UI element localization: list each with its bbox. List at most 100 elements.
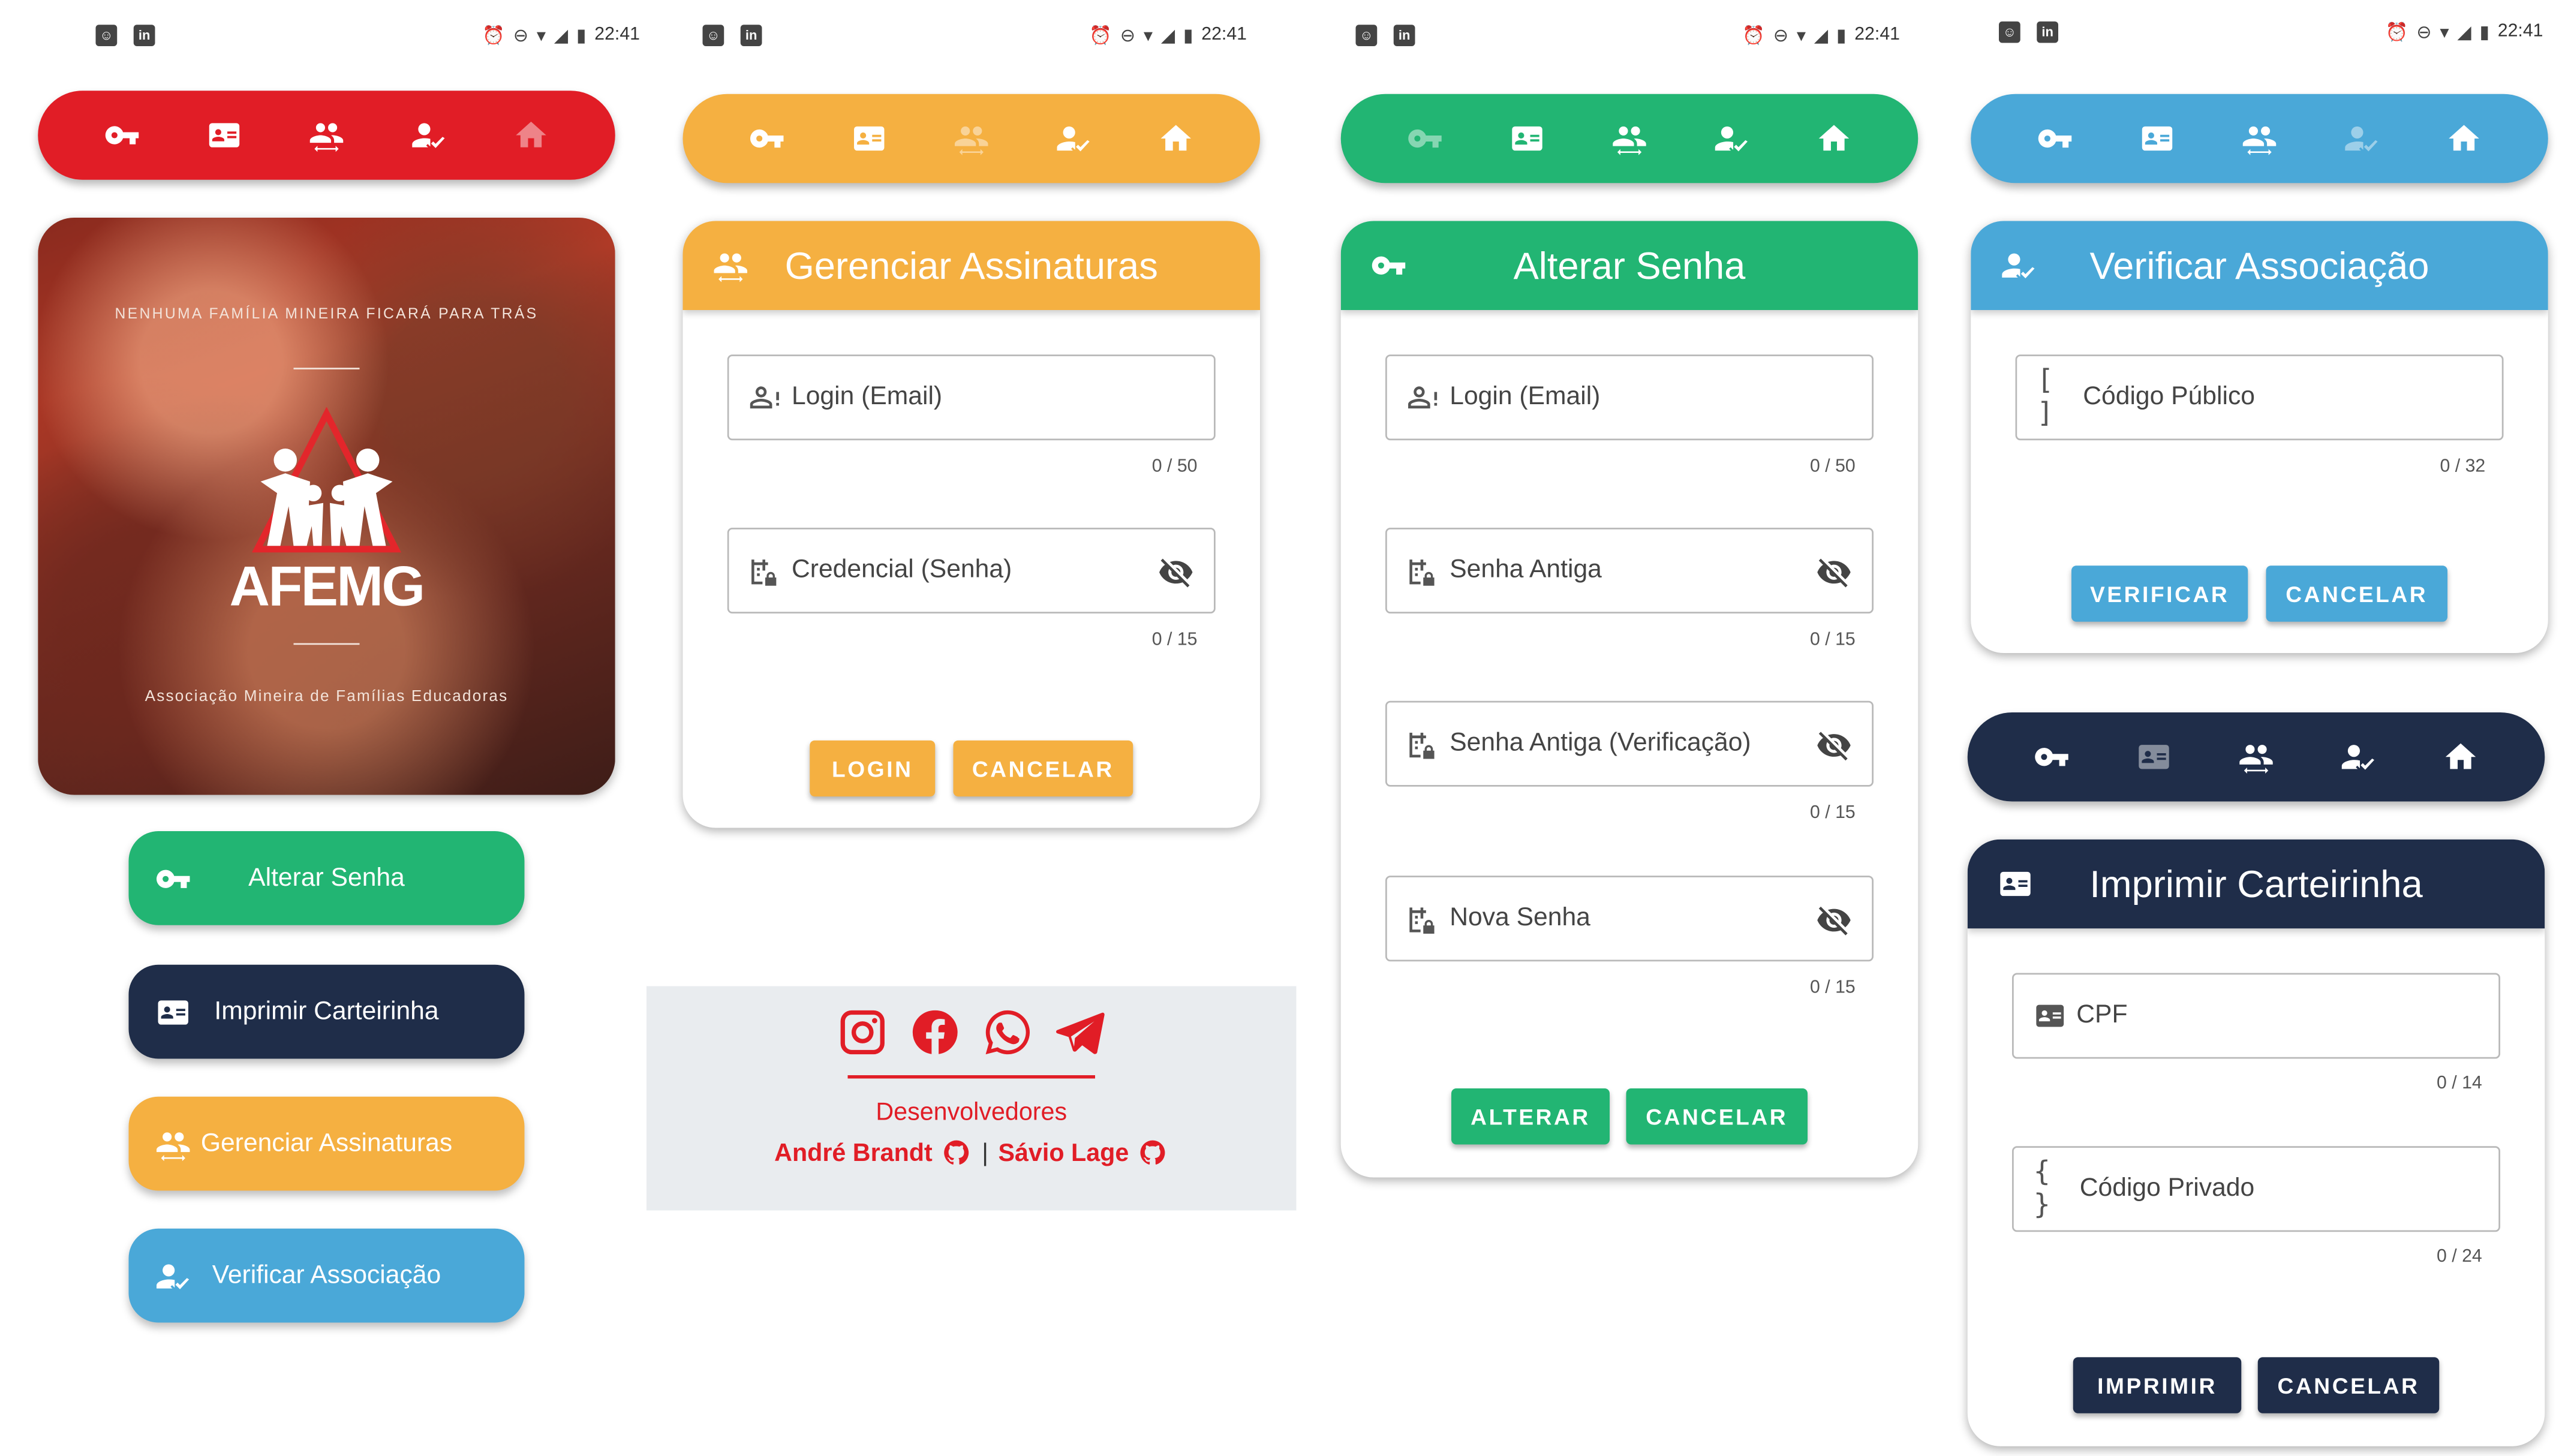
wifi-icon: ▾ [536,25,546,46]
char-counter: 0 / 15 [1810,630,1856,650]
key-icon[interactable] [99,112,145,158]
id-card-icon[interactable] [846,116,892,162]
telegram-icon[interactable] [1054,1006,1106,1059]
key-icon[interactable] [744,116,790,162]
app-notification-icon: ☺ [1355,23,1378,46]
senha-antiga-field[interactable]: Senha Antiga [1385,528,1874,613]
codigo-publico-field[interactable]: [ ] Código Público [2015,354,2504,441]
cancel-button[interactable]: CANCELAR [1626,1088,1808,1145]
person-check-icon[interactable] [1709,116,1755,162]
signal-icon: ◢ [554,25,569,46]
key-icon[interactable] [2029,734,2075,780]
field-label: Login (Email) [792,383,943,411]
visibility-off-icon[interactable] [1816,902,1853,938]
group-icon[interactable] [948,116,994,162]
verificar-button[interactable]: VERIFICAR [2071,565,2248,622]
id-card-icon [1997,866,2034,903]
id-card-icon[interactable] [202,112,248,158]
senha-verificacao-field[interactable]: Senha Antiga (Verificação) [1385,700,1874,787]
developers-label: Desenvolvedores [876,1098,1068,1127]
brackets-icon: [ ] [2037,364,2054,431]
home-icon[interactable] [1811,116,1857,162]
github-icon[interactable] [942,1138,972,1168]
id-card-icon[interactable] [2134,116,2181,162]
char-counter: 0 / 15 [1810,977,1856,998]
cancel-button[interactable]: CANCELAR [2266,565,2447,622]
group-icon[interactable] [1607,116,1653,162]
login-email-field[interactable]: Login (Email) [1385,354,1874,441]
person-check-icon [2001,248,2037,284]
password-icon [1407,902,1444,935]
home-icon[interactable] [2441,116,2487,162]
developer-name: André Brandt [774,1138,933,1167]
alterar-senha-button[interactable]: Alterar Senha [128,831,525,925]
github-icon[interactable] [1139,1138,1169,1168]
login-button[interactable]: LOGIN [810,740,936,797]
char-counter: 0 / 32 [2440,456,2486,477]
field-label: Senha Antiga [1450,555,1602,584]
developer-names: André Brandt | Sávio Lage [646,1138,1297,1168]
char-counter: 0 / 14 [2437,1073,2482,1094]
card-title: Alterar Senha [1513,243,1746,287]
facebook-icon[interactable] [909,1006,961,1059]
visibility-off-icon[interactable] [1816,727,1853,764]
whatsapp-icon[interactable] [981,1006,1034,1059]
gerenciar-assinaturas-label: Gerenciar Assinaturas [200,1129,453,1157]
battery-icon: ▮ [2479,22,2490,43]
alarm-icon: ⏰ [1742,25,1766,46]
id-card-icon[interactable] [1504,116,1550,162]
char-counter: 0 / 50 [1810,456,1856,477]
hero-brand: AFEMG [229,555,426,619]
field-label: Senha Antiga (Verificação) [1450,729,1751,757]
key-icon[interactable] [2032,116,2078,162]
person-check-icon[interactable] [2339,116,2385,162]
home-icon[interactable] [1153,116,1199,162]
char-counter: 0 / 15 [1151,630,1198,650]
cancel-button[interactable]: CANCELAR [953,740,1133,797]
app-stage: ☺ in ⏰ ⊖ ▾ ◢ ▮ 22:41 ☺ in ⏰ ⊖ ▾ ◢ ▮ 22:41 ☺ in ⏰ ⊖ ▾ ◢ ▮ 2… [0,0,2573,1456]
id-card-icon [2034,1000,2070,1033]
codigo-privado-field[interactable]: { } Código Privado [2012,1146,2500,1232]
card-title: Imprimir Carteirinha [2089,861,2423,905]
person-check-icon[interactable] [1051,116,1097,162]
group-icon[interactable] [303,112,350,158]
person-check-icon[interactable] [406,112,452,158]
verificar-associacao-button[interactable]: Verificar Associação [128,1228,525,1323]
braces-icon: { } [2033,1156,2050,1222]
gerenciar-assinaturas-button[interactable]: Gerenciar Assinaturas [128,1096,525,1191]
visibility-off-icon[interactable] [1158,554,1195,591]
home-icon[interactable] [508,112,554,158]
alterar-header: Alterar Senha [1340,221,1919,310]
verificar-associacao-label: Verificar Associação [212,1261,441,1289]
status-time: 22:41 [1201,25,1247,45]
field-label: Login (Email) [1450,383,1601,411]
password-icon [1407,554,1444,587]
group-icon[interactable] [2236,116,2283,162]
instagram-icon[interactable] [836,1006,889,1059]
nav-bar-gerenciar [682,94,1260,183]
imprimir-button[interactable]: IMPRIMIR [2073,1357,2242,1413]
home-icon[interactable] [2438,734,2484,780]
id-card-icon[interactable] [2131,734,2177,780]
login-email-field[interactable]: Login (Email) [727,354,1216,441]
cancel-button[interactable]: CANCELAR [2257,1357,2440,1413]
user-alert-icon [749,381,786,414]
group-icon[interactable] [2233,734,2280,780]
hero-subtitle: Associação Mineira de Famílias Educadora… [145,687,509,706]
cpf-field[interactable]: CPF [2012,973,2500,1059]
credencial-field[interactable]: Credencial (Senha) [727,528,1216,613]
person-check-icon[interactable] [2335,734,2381,780]
divider [293,368,360,369]
nova-senha-field[interactable]: Nova Senha [1385,876,1874,962]
visibility-off-icon[interactable] [1816,554,1853,591]
field-label: CPF [2076,1001,2128,1029]
linkedin-icon: in [740,23,762,46]
family-logo-icon [252,407,401,553]
key-icon[interactable] [1402,116,1448,162]
alterar-button[interactable]: ALTERAR [1451,1088,1610,1145]
imprimir-carteirinha-button[interactable]: Imprimir Carteirinha [128,964,525,1059]
signal-icon: ◢ [1814,25,1829,46]
status-time: 22:41 [1854,25,1900,45]
dnd-icon: ⊖ [1120,25,1136,46]
nav-bar-imprimir [1967,712,2545,802]
